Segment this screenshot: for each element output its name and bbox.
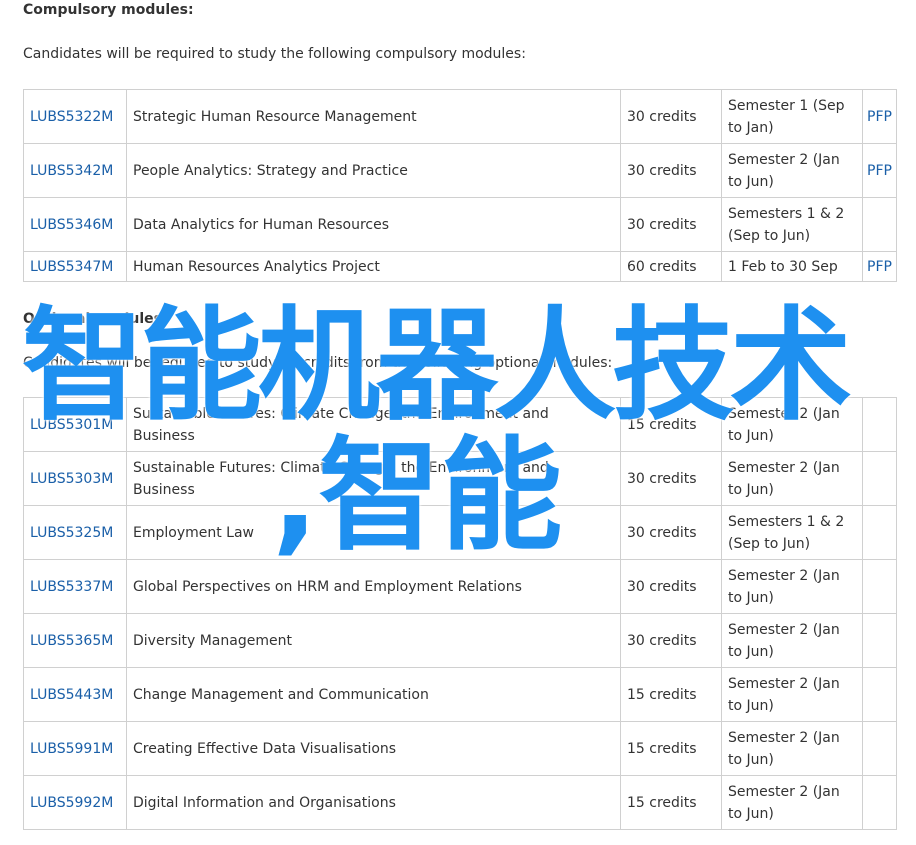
module-semester: Semester 2 (Jan to Jun) [721, 721, 863, 776]
module-title: Data Analytics for Human Resources [126, 197, 621, 252]
module-row: LUBS5301M Sustainable Futures: Climate Ch… [23, 397, 897, 452]
module-semester: Semester 2 (Jan to Jun) [721, 397, 863, 452]
module-pfp-cell [862, 721, 897, 776]
module-row: LUBS5337M Global Perspectives on HRM and … [23, 559, 897, 614]
module-credits: 15 credits [620, 667, 722, 722]
module-pfp-cell [862, 397, 897, 452]
module-code-cell: LUBS5992M [23, 775, 127, 830]
module-pfp-cell: PFP [862, 143, 897, 198]
compulsory-heading: Compulsory modules: [23, 2, 194, 18]
pfp-link[interactable]: PFP [867, 163, 892, 179]
module-code-cell: LUBS5325M [23, 505, 127, 560]
module-credits: 15 credits [620, 397, 722, 452]
module-credits: 30 credits [620, 143, 722, 198]
module-semester: Semester 2 (Jan to Jun) [721, 613, 863, 668]
module-code-link[interactable]: LUBS5346M [30, 217, 113, 233]
module-row: LUBS5346M Data Analytics for Human Resour… [23, 197, 897, 252]
module-title: Digital Information and Organisations [126, 775, 621, 830]
module-pfp-cell [862, 559, 897, 614]
module-credits: 30 credits [620, 505, 722, 560]
module-pfp-cell: PFP [862, 89, 897, 144]
module-row: LUBS5992M Digital Information and Organis… [23, 775, 897, 830]
module-title: Diversity Management [126, 613, 621, 668]
module-row: LUBS5365M Diversity Management 30 credits S… [23, 613, 897, 668]
module-title: Employment Law [126, 505, 621, 560]
module-code-cell: LUBS5443M [23, 667, 127, 722]
module-semester: Semesters 1 & 2 (Sep to Jun) [721, 505, 863, 560]
module-credits: 15 credits [620, 721, 722, 776]
module-pfp-cell [862, 451, 897, 506]
module-code-link[interactable]: LUBS5992M [30, 795, 113, 811]
module-semester: 1 Feb to 30 Sep [721, 251, 863, 282]
module-pfp-cell [862, 197, 897, 252]
module-credits: 30 credits [620, 613, 722, 668]
module-pfp-cell [862, 775, 897, 830]
module-code-link[interactable]: LUBS5342M [30, 163, 113, 179]
module-code-cell: LUBS5342M [23, 143, 127, 198]
module-code-link[interactable]: LUBS5991M [30, 741, 113, 757]
module-semester: Semester 2 (Jan to Jun) [721, 775, 863, 830]
module-semester: Semester 2 (Jan to Jun) [721, 667, 863, 722]
module-row: LUBS5347M Human Resources Analytics Proje… [23, 251, 897, 282]
module-code-cell: LUBS5347M [23, 251, 127, 282]
module-code-link[interactable]: LUBS5443M [30, 687, 113, 703]
module-code-cell: LUBS5303M [23, 451, 127, 506]
module-pfp-cell [862, 667, 897, 722]
module-semester: Semester 1 (Sep to Jan) [721, 89, 863, 144]
module-title: Sustainable Futures: Climate Change, the… [126, 397, 621, 452]
module-code-cell: LUBS5346M [23, 197, 127, 252]
module-credits: 30 credits [620, 89, 722, 144]
module-code-cell: LUBS5337M [23, 559, 127, 614]
compulsory-intro: Candidates will be required to study the… [23, 46, 526, 62]
optional-heading: Optional modules: [23, 311, 168, 327]
module-row: LUBS5991M Creating Effective Data Visuali… [23, 721, 897, 776]
module-semester: Semester 2 (Jan to Jun) [721, 559, 863, 614]
module-code-cell: LUBS5991M [23, 721, 127, 776]
module-code-cell: LUBS5301M [23, 397, 127, 452]
module-row: LUBS5322M Strategic Human Resource Manage… [23, 89, 897, 144]
module-title: Change Management and Communication [126, 667, 621, 722]
module-pfp-cell [862, 505, 897, 560]
module-title: Strategic Human Resource Management [126, 89, 621, 144]
module-title: Sustainable Futures: Climate Change, the… [126, 451, 621, 506]
module-code-link[interactable]: LUBS5337M [30, 579, 113, 595]
module-code-cell: LUBS5365M [23, 613, 127, 668]
module-credits: 30 credits [620, 197, 722, 252]
module-code-link[interactable]: LUBS5325M [30, 525, 113, 541]
module-row: LUBS5342M People Analytics: Strategy and … [23, 143, 897, 198]
module-code-cell: LUBS5322M [23, 89, 127, 144]
module-row: LUBS5325M Employment Law 30 credits Semeste… [23, 505, 897, 560]
module-credits: 15 credits [620, 775, 722, 830]
pfp-link[interactable]: PFP [867, 259, 892, 275]
module-title: Creating Effective Data Visualisations [126, 721, 621, 776]
optional-intro: Candidates will be required to study 30 … [23, 355, 613, 371]
module-row: LUBS5443M Change Management and Communica… [23, 667, 897, 722]
module-title: People Analytics: Strategy and Practice [126, 143, 621, 198]
compulsory-modules-table: LUBS5322M Strategic Human Resource Manage… [23, 89, 897, 282]
module-credits: 30 credits [620, 451, 722, 506]
module-row: LUBS5303M Sustainable Futures: Climate Ch… [23, 451, 897, 506]
module-code-link[interactable]: LUBS5303M [30, 471, 113, 487]
module-pfp-cell [862, 613, 897, 668]
pfp-link[interactable]: PFP [867, 109, 892, 125]
module-pfp-cell: PFP [862, 251, 897, 282]
module-code-link[interactable]: LUBS5322M [30, 109, 113, 125]
module-semester: Semester 2 (Jan to Jun) [721, 451, 863, 506]
module-semester: Semesters 1 & 2 (Sep to Jun) [721, 197, 863, 252]
module-credits: 30 credits [620, 559, 722, 614]
module-code-link[interactable]: LUBS5301M [30, 417, 113, 433]
module-code-link[interactable]: LUBS5347M [30, 259, 113, 275]
module-title: Human Resources Analytics Project [126, 251, 621, 282]
module-semester: Semester 2 (Jan to Jun) [721, 143, 863, 198]
module-title: Global Perspectives on HRM and Employmen… [126, 559, 621, 614]
module-credits: 60 credits [620, 251, 722, 282]
optional-modules-table: LUBS5301M Sustainable Futures: Climate Ch… [23, 397, 897, 830]
module-code-link[interactable]: LUBS5365M [30, 633, 113, 649]
